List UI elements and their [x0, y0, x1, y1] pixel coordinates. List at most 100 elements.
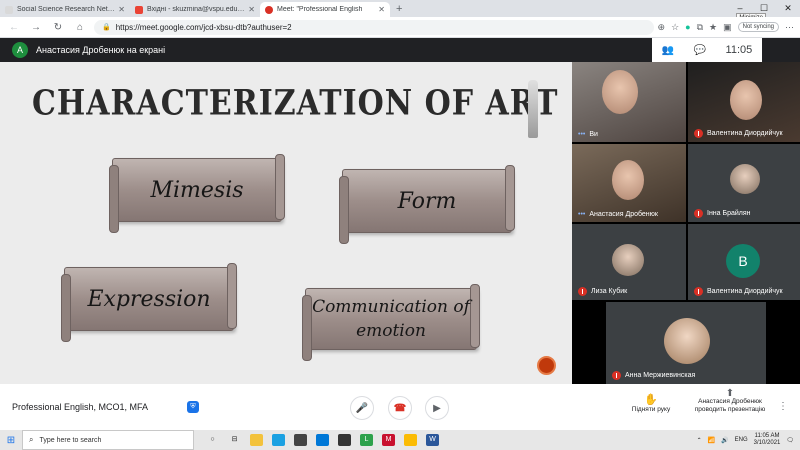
scroll-form: Form: [339, 165, 515, 244]
close-tab-icon[interactable]: ✕: [245, 5, 255, 14]
install-icon[interactable]: ⊕: [658, 22, 666, 33]
participant-tile[interactable]: B Валентина Диордийчук: [688, 224, 800, 300]
search-placeholder: Type here to search: [39, 436, 102, 444]
speaking-icon: •••: [578, 211, 586, 218]
tab-title: Meet: "Professional English: [277, 6, 363, 13]
menu-icon[interactable]: ⋯: [785, 22, 794, 33]
participant-tile[interactable]: Інна Брайлян: [688, 144, 800, 222]
raise-hand-button[interactable]: ✋ Підняти руку: [626, 393, 676, 413]
toolbar-right: ⊕ ☆ ● ⧉ ★ ▣ Not syncing ⋯: [658, 22, 794, 33]
presenting-button[interactable]: ⬆ Анастасия Дробенюк проводить презентац…: [690, 388, 770, 414]
file-explorer-icon[interactable]: [250, 434, 263, 446]
browser-tab[interactable]: Вхідні - skuzmina@vspu.edu.ua ✕: [130, 2, 260, 17]
windows-taskbar: ⊞ ⌕ Type here to search ○ ⊟ L M W ⌃ 📶 🔊 …: [0, 430, 800, 450]
presenter-text: Анастасия Дробенюк на екрані: [36, 45, 166, 55]
meeting-name[interactable]: Professional English, MCO1, MFA: [12, 402, 148, 412]
mail-icon[interactable]: [316, 434, 329, 446]
ssrn-favicon-icon: [5, 5, 13, 14]
slide-title: CHARACTERIZATION OF ART: [32, 83, 559, 124]
profile-sync-button[interactable]: Not syncing: [737, 22, 779, 32]
participant-tile[interactable]: Валентина Диордийчук: [688, 62, 800, 142]
shield-icon[interactable]: ⛨: [187, 401, 199, 413]
task-view-icon[interactable]: ⊟: [228, 434, 241, 446]
lock-icon: 🔒: [102, 23, 111, 31]
people-icon[interactable]: 👥: [662, 45, 674, 56]
language-indicator[interactable]: ENG: [735, 437, 748, 443]
back-icon[interactable]: ←: [6, 22, 22, 33]
grammarly-icon[interactable]: ●: [685, 22, 690, 32]
mic-off-icon: [694, 129, 703, 138]
address-bar-row: ← → ↻ ⌂ 🔒 https://meet.google.com/jcd-xb…: [0, 17, 800, 38]
url-text: https://meet.google.com/jcd-xbsu-dtb?aut…: [115, 22, 292, 32]
volume-icon[interactable]: 🔊: [721, 437, 728, 444]
participant-tile[interactable]: ••• Ви: [572, 62, 686, 142]
end-call-button[interactable]: ☎: [388, 396, 412, 420]
url-field[interactable]: 🔒 https://meet.google.com/jcd-xbsu-dtb?a…: [94, 19, 654, 35]
participant-video: [730, 80, 762, 120]
tab-title: Вхідні - skuzmina@vspu.edu.ua: [147, 6, 246, 13]
collections-icon[interactable]: ▣: [723, 22, 732, 33]
participant-avatar: [730, 164, 760, 194]
reload-icon[interactable]: ↻: [50, 22, 66, 33]
word-icon[interactable]: W: [426, 434, 439, 446]
phone-hangup-icon: ☎: [393, 402, 407, 414]
presenting-line2: проводить презентацію: [694, 406, 766, 413]
new-tab-button[interactable]: +: [390, 2, 408, 17]
sculpture-image: [528, 80, 538, 138]
system-tray: ⌃ 📶 🔊 ENG 11:05 AM 3/10/2021 🗨: [697, 433, 800, 447]
windows-start-icon[interactable]: ⊞: [0, 435, 22, 446]
chrome-icon[interactable]: [404, 434, 417, 446]
calculator-icon[interactable]: [294, 434, 307, 446]
tray-chevron-icon[interactable]: ⌃: [697, 437, 702, 444]
browser-tab-active[interactable]: Meet: "Professional English ✕: [260, 2, 390, 17]
star-icon[interactable]: ☆: [671, 22, 679, 33]
clock-date: 3/10/2021: [753, 440, 781, 446]
meeting-controls: Professional English, MCO1, MFA ⛨ 🎤 ☎ ▶ …: [0, 384, 800, 430]
scroll-label: Communication of emotion: [312, 297, 470, 341]
camera-icon: ▶: [433, 402, 441, 414]
chat-icon[interactable]: 💬: [694, 45, 706, 56]
participant-video: [612, 160, 644, 200]
browser-tab[interactable]: Social Science Research Network ✕: [0, 2, 130, 17]
mic-off-icon: [694, 287, 703, 296]
mic-button[interactable]: 🎤: [350, 396, 374, 420]
taskbar-search[interactable]: ⌕ Type here to search: [22, 430, 194, 450]
meet-top-panel: 👥 💬 11:05: [652, 38, 762, 62]
participant-name: Валентина Диордийчук: [694, 287, 783, 296]
taskbar-apps: ○ ⊟ L M W: [206, 434, 439, 446]
forward-icon[interactable]: →: [28, 22, 44, 33]
close-window-icon[interactable]: ✕: [776, 0, 800, 17]
participant-tile[interactable]: Анна Мержиевинская: [606, 302, 766, 384]
close-tab-icon[interactable]: ✕: [375, 5, 385, 14]
store-icon[interactable]: [338, 434, 351, 446]
scroll-label: Expression: [87, 286, 211, 312]
recording-icon: [265, 5, 273, 14]
taskbar-clock[interactable]: 11:05 AM 3/10/2021: [754, 433, 781, 447]
participant-name: Лиза Кубик: [578, 287, 627, 296]
scroll-expression: Expression: [61, 263, 237, 342]
participant-tile[interactable]: Лиза Кубик: [572, 224, 686, 300]
home-icon[interactable]: ⌂: [72, 22, 88, 33]
network-icon[interactable]: 📶: [708, 437, 715, 444]
mcafee-icon[interactable]: M: [382, 434, 395, 446]
favorites-icon[interactable]: ★: [709, 22, 717, 33]
extensions-icon[interactable]: ⧉: [697, 22, 703, 33]
more-options-icon[interactable]: ⋮: [778, 401, 788, 412]
mic-icon: 🎤: [355, 402, 369, 414]
slide-action-button[interactable]: [537, 356, 556, 375]
presenter-avatar: A: [12, 42, 28, 58]
participant-video: [602, 70, 638, 114]
cortana-icon[interactable]: ○: [206, 434, 219, 446]
notifications-icon[interactable]: 🗨: [786, 437, 794, 444]
l-app-icon[interactable]: L: [360, 434, 373, 446]
search-icon: ⌕: [29, 435, 34, 444]
participant-tile[interactable]: ••• Анастасия Дробенюк: [572, 144, 686, 222]
raise-hand-label: Підняти руку: [631, 406, 671, 413]
participants-grid: ••• Ви Валентина Диордийчук ••• Анастасия …: [572, 62, 800, 384]
edge-icon[interactable]: [272, 434, 285, 446]
present-icon: ⬆: [725, 388, 735, 399]
tab-title: Social Science Research Network: [17, 6, 116, 13]
close-tab-icon[interactable]: ✕: [115, 5, 125, 14]
participant-name: ••• Анастасия Дробенюк: [578, 211, 658, 218]
camera-button[interactable]: ▶: [425, 396, 449, 420]
